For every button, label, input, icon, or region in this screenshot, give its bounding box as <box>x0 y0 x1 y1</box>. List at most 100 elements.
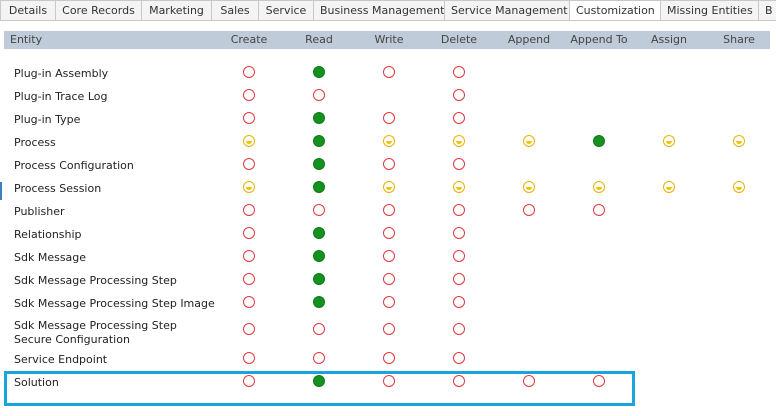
tab-sales[interactable]: Sales <box>211 0 259 20</box>
privilege-create-none-icon[interactable] <box>243 323 255 335</box>
privilege-write-none-icon[interactable] <box>383 250 395 262</box>
privilege-delete-none-icon[interactable] <box>453 250 465 262</box>
privilege-read-global-icon[interactable] <box>313 250 325 262</box>
privilege-delete-none-icon[interactable] <box>453 158 465 170</box>
table-row: Plug-in Trace Log <box>0 89 776 109</box>
privilege-append-user-icon[interactable] <box>523 135 535 147</box>
privilege-create-none-icon[interactable] <box>243 204 255 216</box>
entity-name: Plug-in Trace Log <box>14 90 108 103</box>
header-delete: Delete <box>440 33 478 46</box>
privilege-write-user-icon[interactable] <box>383 135 395 147</box>
tab-bar: Details Core Records Marketing Sales Service… <box>0 0 776 21</box>
privilege-append-to-global-icon[interactable] <box>593 135 605 147</box>
tab-core-records[interactable]: Core Records <box>55 0 142 20</box>
privilege-delete-user-icon[interactable] <box>453 135 465 147</box>
table-row: Service Endpoint <box>0 352 776 372</box>
privilege-write-none-icon[interactable] <box>383 158 395 170</box>
table-row: Relationship <box>0 227 776 247</box>
privilege-create-user-icon[interactable] <box>243 135 255 147</box>
privilege-delete-none-icon[interactable] <box>453 296 465 308</box>
privilege-write-none-icon[interactable] <box>383 227 395 239</box>
table-row: Sdk Message Processing Step <box>0 273 776 293</box>
privilege-write-user-icon[interactable] <box>383 181 395 193</box>
table-row: Plug-in Type <box>0 112 776 132</box>
entity-name: Sdk Message Processing Step Image <box>14 297 215 310</box>
privilege-delete-none-icon[interactable] <box>453 273 465 285</box>
privilege-append-none-icon[interactable] <box>523 204 535 216</box>
privilege-read-none-icon[interactable] <box>313 323 325 335</box>
entity-name: Sdk Message <box>14 251 87 264</box>
tab-b[interactable]: B <box>758 0 776 20</box>
privilege-create-none-icon[interactable] <box>243 158 255 170</box>
privilege-create-none-icon[interactable] <box>243 250 255 262</box>
table-row: Publisher <box>0 204 776 224</box>
privilege-read-global-icon[interactable] <box>313 158 325 170</box>
header-read: Read <box>305 33 333 46</box>
privilege-append-to-none-icon[interactable] <box>593 204 605 216</box>
privilege-read-none-icon[interactable] <box>313 204 325 216</box>
privilege-create-none-icon[interactable] <box>243 89 255 101</box>
table-row: Sdk Message Processing Step Secure Confi… <box>0 319 776 346</box>
privilege-delete-none-icon[interactable] <box>453 66 465 78</box>
entity-name: Service Endpoint <box>14 353 108 366</box>
privilege-read-none-icon[interactable] <box>313 352 325 364</box>
privilege-delete-none-icon[interactable] <box>453 112 465 124</box>
privilege-create-user-icon[interactable] <box>243 181 255 193</box>
privilege-share-user-icon[interactable] <box>733 135 745 147</box>
entity-name: Process <box>14 136 56 149</box>
header-write: Write <box>374 33 404 46</box>
tab-details[interactable]: Details <box>0 0 56 20</box>
privilege-create-none-icon[interactable] <box>243 273 255 285</box>
privilege-read-global-icon[interactable] <box>313 112 325 124</box>
privilege-write-none-icon[interactable] <box>383 323 395 335</box>
header-append: Append <box>507 33 551 46</box>
privilege-create-none-icon[interactable] <box>243 296 255 308</box>
privilege-read-none-icon[interactable] <box>313 89 325 101</box>
privilege-delete-none-icon[interactable] <box>453 323 465 335</box>
privilege-read-global-icon[interactable] <box>313 227 325 239</box>
highlight-box <box>4 371 635 406</box>
privilege-share-user-icon[interactable] <box>733 181 745 193</box>
privilege-delete-none-icon[interactable] <box>453 352 465 364</box>
entity-name: Publisher <box>14 205 65 218</box>
privilege-write-none-icon[interactable] <box>383 112 395 124</box>
privilege-create-none-icon[interactable] <box>243 352 255 364</box>
privilege-write-none-icon[interactable] <box>383 273 395 285</box>
header-share: Share <box>723 33 755 46</box>
privilege-read-global-icon[interactable] <box>313 135 325 147</box>
tab-service-management[interactable]: Service Management <box>444 0 570 20</box>
privilege-assign-user-icon[interactable] <box>663 135 675 147</box>
header-entity: Entity <box>10 33 43 46</box>
privilege-write-none-icon[interactable] <box>383 66 395 78</box>
privilege-delete-none-icon[interactable] <box>453 227 465 239</box>
privilege-append-user-icon[interactable] <box>523 181 535 193</box>
header-create: Create <box>230 33 268 46</box>
privilege-delete-user-icon[interactable] <box>453 181 465 193</box>
tab-service[interactable]: Service <box>258 0 314 20</box>
privilege-delete-none-icon[interactable] <box>453 204 465 216</box>
entity-name: Process Configuration <box>14 159 134 172</box>
privilege-write-none-icon[interactable] <box>383 204 395 216</box>
tab-business-management[interactable]: Business Management <box>313 0 445 20</box>
privilege-read-global-icon[interactable] <box>313 296 325 308</box>
entity-name: Sdk Message Processing Step <box>14 274 177 287</box>
table-row: Sdk Message <box>0 250 776 270</box>
privilege-write-none-icon[interactable] <box>383 352 395 364</box>
table-row: Process Session <box>0 181 776 201</box>
privilege-read-global-icon[interactable] <box>313 273 325 285</box>
header-append-to: Append To <box>570 33 628 46</box>
privilege-assign-user-icon[interactable] <box>663 181 675 193</box>
privilege-create-none-icon[interactable] <box>243 227 255 239</box>
privilege-read-global-icon[interactable] <box>313 66 325 78</box>
privilege-read-global-icon[interactable] <box>313 181 325 193</box>
tab-customization[interactable]: Customization <box>569 0 661 20</box>
tab-marketing[interactable]: Marketing <box>141 0 212 20</box>
entity-name: Plug-in Type <box>14 113 81 126</box>
privilege-delete-none-icon[interactable] <box>453 89 465 101</box>
privilege-create-none-icon[interactable] <box>243 112 255 124</box>
tab-missing-entities[interactable]: Missing Entities <box>660 0 759 20</box>
table-row: Plug-in Assembly <box>0 66 776 86</box>
privilege-create-none-icon[interactable] <box>243 66 255 78</box>
privilege-write-none-icon[interactable] <box>383 296 395 308</box>
privilege-append-to-user-icon[interactable] <box>593 181 605 193</box>
